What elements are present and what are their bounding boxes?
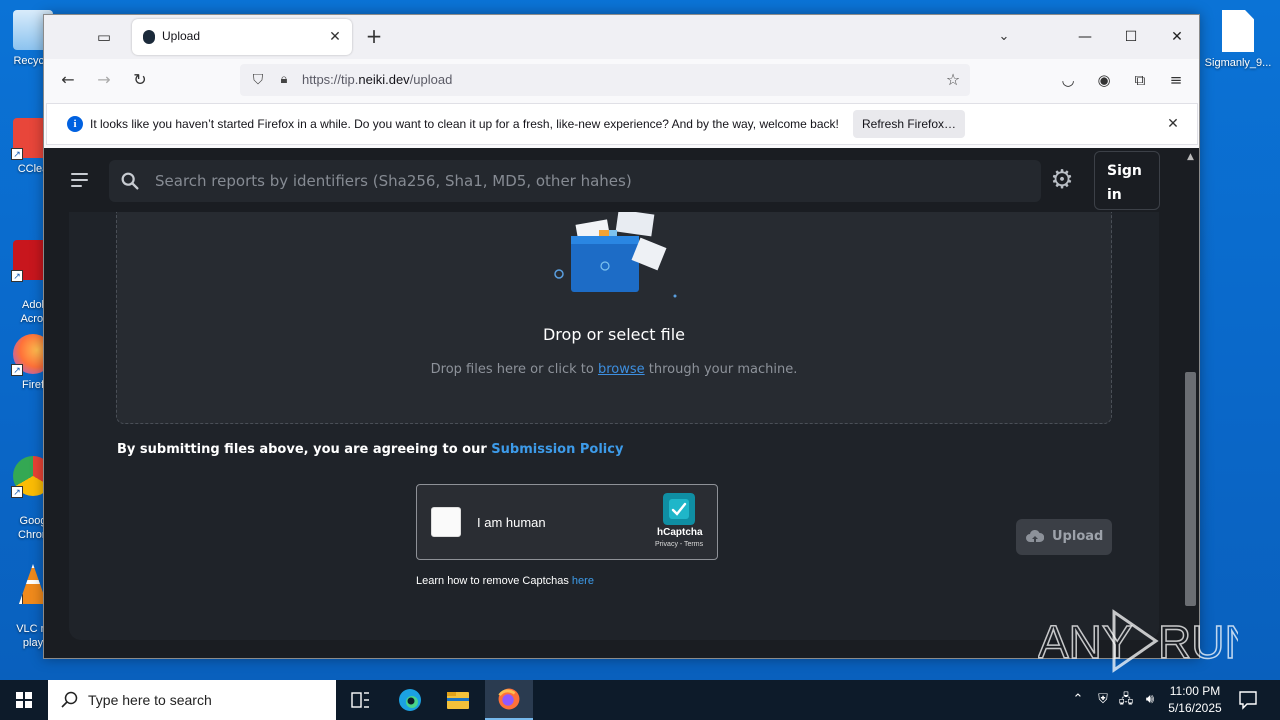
upload-button-label: Upload <box>1052 529 1104 544</box>
upload-card: Drop or select file Drop files here or c… <box>69 212 1159 640</box>
anyrun-watermark: ANY RUN <box>1038 609 1238 673</box>
desktop-icon-label: Sigmanly_9... <box>1204 57 1272 69</box>
url-bar[interactable]: ⛉ 🔒︎ https://tip.neiki.dev/upload ☆ <box>240 64 970 96</box>
submission-policy-link[interactable]: Submission Policy <box>491 442 623 457</box>
notification-message: It looks like you haven’t started Firefo… <box>90 117 839 131</box>
bookmark-star-icon[interactable]: ☆ <box>942 69 964 91</box>
task-view-icon[interactable] <box>336 680 384 720</box>
url-prefix: https://tip. <box>302 72 359 87</box>
windows-start-icon[interactable] <box>0 680 48 720</box>
scroll-up-arrow-icon[interactable]: ▲ <box>1182 150 1199 164</box>
firefox-view-icon[interactable]: ▭ <box>92 25 116 49</box>
folder-documents-illustration <box>554 212 677 298</box>
notification-close-icon[interactable]: ✕ <box>1163 114 1183 134</box>
search-icon <box>61 691 78 708</box>
account-icon[interactable]: ◉ <box>1092 68 1116 92</box>
tab-close-icon[interactable]: ✕ <box>324 26 346 48</box>
settings-gear-icon[interactable]: ⚙ <box>1048 166 1076 194</box>
watermark-text-any: ANY <box>1038 616 1133 668</box>
page-scrollbar[interactable]: ▲ <box>1182 148 1199 658</box>
tab-upload[interactable]: Upload ✕ <box>132 19 352 55</box>
page-content: ⚙ Signin Drop or select file Dro <box>44 148 1184 658</box>
sign-in-label-line1: Sign <box>1107 163 1142 179</box>
file-icon <box>1222 10 1254 52</box>
windows-taskbar: Type here to search ⌃ ⛨ 🖧︎ 🔊︎ 11:00 PM 5… <box>0 680 1280 720</box>
firefox-taskbar-icon[interactable] <box>485 680 533 720</box>
lock-icon[interactable]: 🔒︎ <box>274 70 294 90</box>
url-text[interactable]: https://tip.neiki.dev/upload <box>302 72 452 87</box>
firefox-window: ▭ Upload ✕ + ⌄ — ☐ ✕ ← → ↻ ⛉ 🔒︎ https://… <box>43 14 1200 659</box>
navigation-toolbar: ← → ↻ ⛉ 🔒︎ https://tip.neiki.dev/upload … <box>44 59 1199 101</box>
search-input[interactable] <box>155 166 1015 196</box>
desktop-icon-label: Adol Acrol <box>20 299 46 325</box>
dropzone-sub-text: Drop files here or click to <box>430 362 598 377</box>
shortcut-arrow-icon: ↗ <box>11 270 23 282</box>
watermark-text-run: RUN <box>1158 616 1238 668</box>
learn-here-link[interactable]: here <box>572 575 594 587</box>
hcaptcha-widget: I am human hCaptcha Privacy - Terms <box>416 484 718 560</box>
captcha-label: I am human <box>477 515 546 530</box>
tracking-protection-icon[interactable]: ⛉ <box>248 70 268 90</box>
refresh-firefox-button[interactable]: Refresh Firefox… <box>853 110 965 138</box>
clock-time: 11:00 PM <box>1169 684 1221 698</box>
pocket-icon[interactable]: ◡ <box>1056 68 1080 92</box>
cloud-upload-icon <box>1026 529 1044 542</box>
tab-title: Upload <box>162 29 201 43</box>
volume-icon[interactable]: 🔊︎ <box>1140 690 1160 710</box>
upload-button[interactable]: Upload <box>1016 519 1112 555</box>
forward-icon[interactable]: → <box>90 66 118 94</box>
minimize-icon[interactable]: — <box>1062 15 1108 59</box>
notification-bar: i It looks like you haven’t started Fire… <box>46 103 1198 145</box>
hcaptcha-brand: hCaptcha <box>657 527 703 538</box>
url-path: /upload <box>409 72 453 87</box>
captcha-checkbox[interactable] <box>431 507 461 537</box>
taskbar-search-box[interactable]: Type here to search <box>48 680 336 720</box>
back-icon[interactable]: ← <box>54 66 82 94</box>
shortcut-arrow-icon: ↗ <box>11 486 23 498</box>
url-domain: neiki.dev <box>358 72 410 87</box>
file-dropzone[interactable]: Drop or select file Drop files here or c… <box>116 212 1112 424</box>
search-icon <box>121 172 139 190</box>
site-favicon-icon <box>143 30 155 44</box>
close-window-icon[interactable]: ✕ <box>1154 15 1199 59</box>
site-header: ⚙ Sign in <box>44 148 1184 212</box>
clock-date: 5/16/2025 <box>1168 701 1222 715</box>
maximize-icon[interactable]: ☐ <box>1108 15 1154 59</box>
list-all-tabs-icon[interactable]: ⌄ <box>992 25 1016 49</box>
hcaptcha-links[interactable]: Privacy - Terms <box>655 541 703 548</box>
tab-bar: ▭ Upload ✕ + ⌄ — ☐ ✕ <box>44 15 1199 59</box>
learn-captcha-text: Learn how to remove Captchas here <box>416 575 594 587</box>
hamburger-menu-icon[interactable] <box>68 168 92 192</box>
notifications-icon[interactable] <box>1236 688 1260 712</box>
desktop-icon-file[interactable]: Sigmanly_9... <box>1202 10 1274 70</box>
policy-text: By submitting files above, you are agree… <box>117 442 492 457</box>
dropzone-subtitle: Drop files here or click to browse throu… <box>117 362 1111 377</box>
shortcut-arrow-icon: ↗ <box>11 148 23 160</box>
security-shield-tray-icon[interactable]: ⛨ <box>1093 690 1113 710</box>
taskbar-clock[interactable]: 11:00 PM 5/16/2025 <box>1160 683 1230 717</box>
dropzone-sub-text-end: through your machine. <box>644 362 798 377</box>
shortcut-arrow-icon: ↗ <box>19 594 23 604</box>
show-hidden-icons-chevron-icon[interactable]: ⌃ <box>1068 690 1088 710</box>
network-icon[interactable]: 🖧︎ <box>1116 690 1136 710</box>
dropzone-title: Drop or select file <box>542 325 686 344</box>
hcaptcha-logo-icon <box>663 493 695 525</box>
learn-text: Learn how to remove Captchas <box>416 575 572 587</box>
browse-link[interactable]: browse <box>598 362 645 377</box>
sign-in-button[interactable]: Sign in <box>1094 151 1160 210</box>
extensions-icon[interactable]: ⧉ <box>1128 68 1152 92</box>
desktop-icon-label: Firef <box>22 379 44 391</box>
report-search-box <box>109 160 1041 202</box>
shortcut-arrow-icon: ↗ <box>11 364 23 376</box>
scrollbar-thumb[interactable] <box>1185 372 1196 606</box>
info-icon: i <box>67 116 83 132</box>
menu-icon[interactable]: ≡ <box>1164 68 1188 92</box>
new-tab-icon[interactable]: + <box>362 25 386 49</box>
sign-in-label-line2: in <box>1107 187 1122 203</box>
edge-icon[interactable] <box>386 680 434 720</box>
file-explorer-icon[interactable] <box>434 680 482 720</box>
reload-icon[interactable]: ↻ <box>126 66 154 94</box>
submission-policy-notice: By submitting files above, you are agree… <box>117 442 623 457</box>
taskbar-search-placeholder: Type here to search <box>88 692 212 708</box>
